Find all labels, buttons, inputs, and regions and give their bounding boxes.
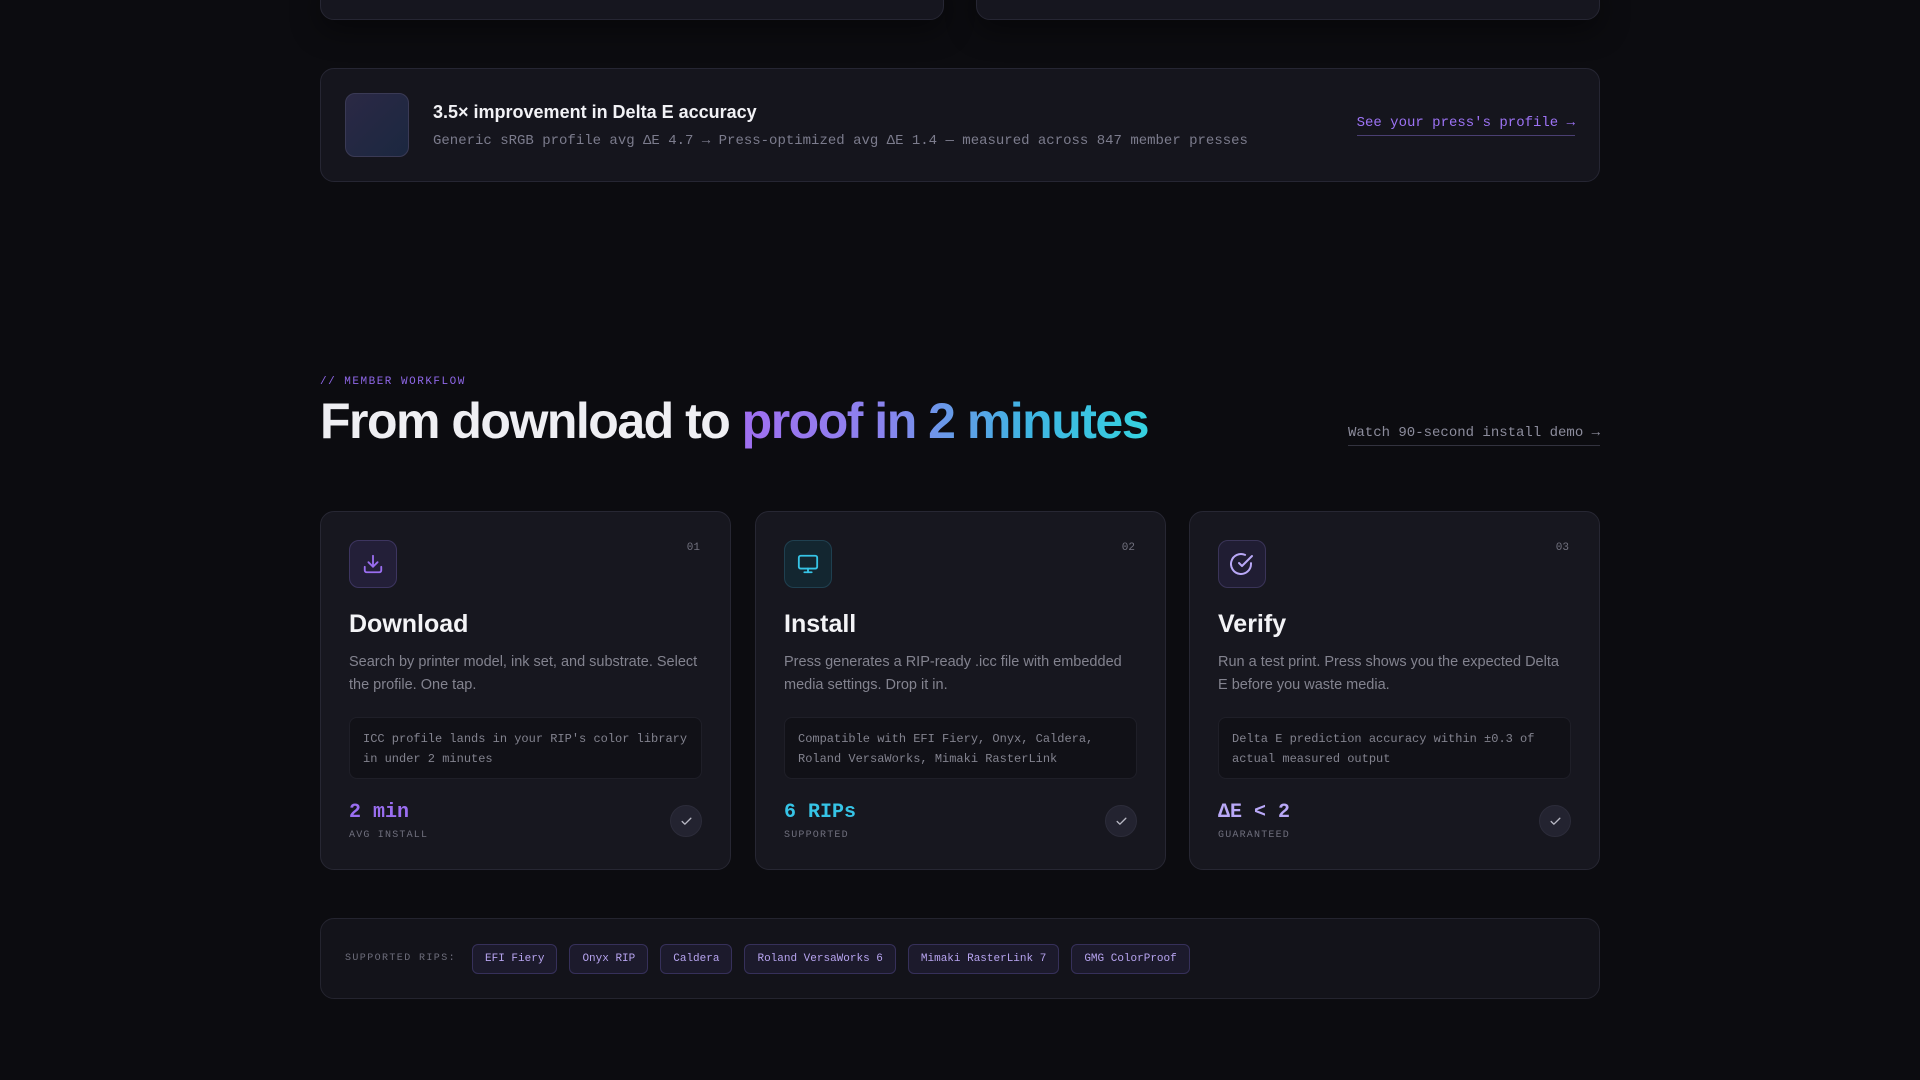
step-card-verify: 03 Verify Run a test print. Press shows … <box>1189 511 1600 870</box>
step-number: 01 <box>686 542 700 554</box>
metric-value: ΔE < 2 <box>1218 801 1291 824</box>
previous-card-left <box>320 0 944 20</box>
metric-value: 2 min <box>349 801 410 824</box>
check-icon[interactable] <box>1539 805 1571 837</box>
rip-chip[interactable]: Mimaki RasterLink 7 <box>907 943 1060 974</box>
step-title: Install <box>784 610 857 638</box>
step-description: Run a test print. Press shows you the ex… <box>1218 654 1559 693</box>
install-demo-link[interactable]: Watch 90-second install demo → <box>1348 425 1601 446</box>
rip-chip[interactable]: EFI Fiery <box>472 943 558 974</box>
metric-label: GUARANTEED <box>1218 830 1291 841</box>
download-icon <box>349 540 397 588</box>
rip-chip[interactable]: Roland VersaWorks 6 <box>744 943 896 974</box>
check-circle-icon <box>1218 540 1266 588</box>
previous-card-right <box>976 0 1600 20</box>
step-footer: 6 RIPs SUPPORTED <box>784 801 1137 841</box>
step-footer: 2 min AVG INSTALL <box>349 801 702 841</box>
rips-label: SUPPORTED RIPS: <box>345 953 457 964</box>
metric-label: AVG INSTALL <box>349 830 429 841</box>
step-description: Search by printer model, ink set, and su… <box>349 654 698 693</box>
stat-subtitle: Generic sRGB profile avg ΔE 4.7 → Press-… <box>433 132 1248 149</box>
rip-chip[interactable]: Onyx RIP <box>569 943 649 974</box>
rip-chip[interactable]: Caldera <box>660 943 733 974</box>
step-note: ICC profile lands in your RIP's color li… <box>349 717 702 779</box>
stat-text: 3.5× improvement in Delta E accuracy Gen… <box>433 102 1357 149</box>
rip-chip[interactable]: GMG ColorProof <box>1071 943 1190 974</box>
stat-thumbnail <box>345 93 409 157</box>
step-title: Download <box>349 610 469 638</box>
section-heading: From download to proof in 2 minutes <box>320 392 1150 450</box>
step-note: Compatible with EFI Fiery, Onyx, Caldera… <box>784 717 1137 779</box>
metric-value: 6 RIPs <box>784 801 857 824</box>
step-card-download: 01 Download Search by printer model, ink… <box>320 511 731 870</box>
section-eyebrow: // MEMBER WORKFLOW <box>320 376 466 388</box>
check-icon[interactable] <box>1105 805 1137 837</box>
step-description: Press generates a RIP-ready .icc file wi… <box>784 654 1122 693</box>
step-number: 02 <box>1121 542 1135 554</box>
step-note: Delta E prediction accuracy within ±0.3 … <box>1218 717 1571 779</box>
monitor-icon <box>784 540 832 588</box>
stat-title: 3.5× improvement in Delta E accuracy <box>433 101 757 122</box>
heading-plain: From download to <box>320 393 742 449</box>
check-icon[interactable] <box>670 805 702 837</box>
step-title: Verify <box>1218 610 1287 638</box>
heading-accent: proof in 2 minutes <box>741 393 1150 449</box>
supported-rips-bar: SUPPORTED RIPS: EFI Fiery Onyx RIP Calde… <box>320 918 1600 999</box>
stat-banner: 3.5× improvement in Delta E accuracy Gen… <box>320 68 1600 182</box>
metric-label: SUPPORTED <box>784 830 849 841</box>
step-footer: ΔE < 2 GUARANTEED <box>1218 801 1571 841</box>
step-number: 03 <box>1555 542 1569 554</box>
press-profile-link[interactable]: See your press's profile → <box>1356 115 1575 136</box>
step-card-install: 02 Install Press generates a RIP-ready .… <box>755 511 1166 870</box>
